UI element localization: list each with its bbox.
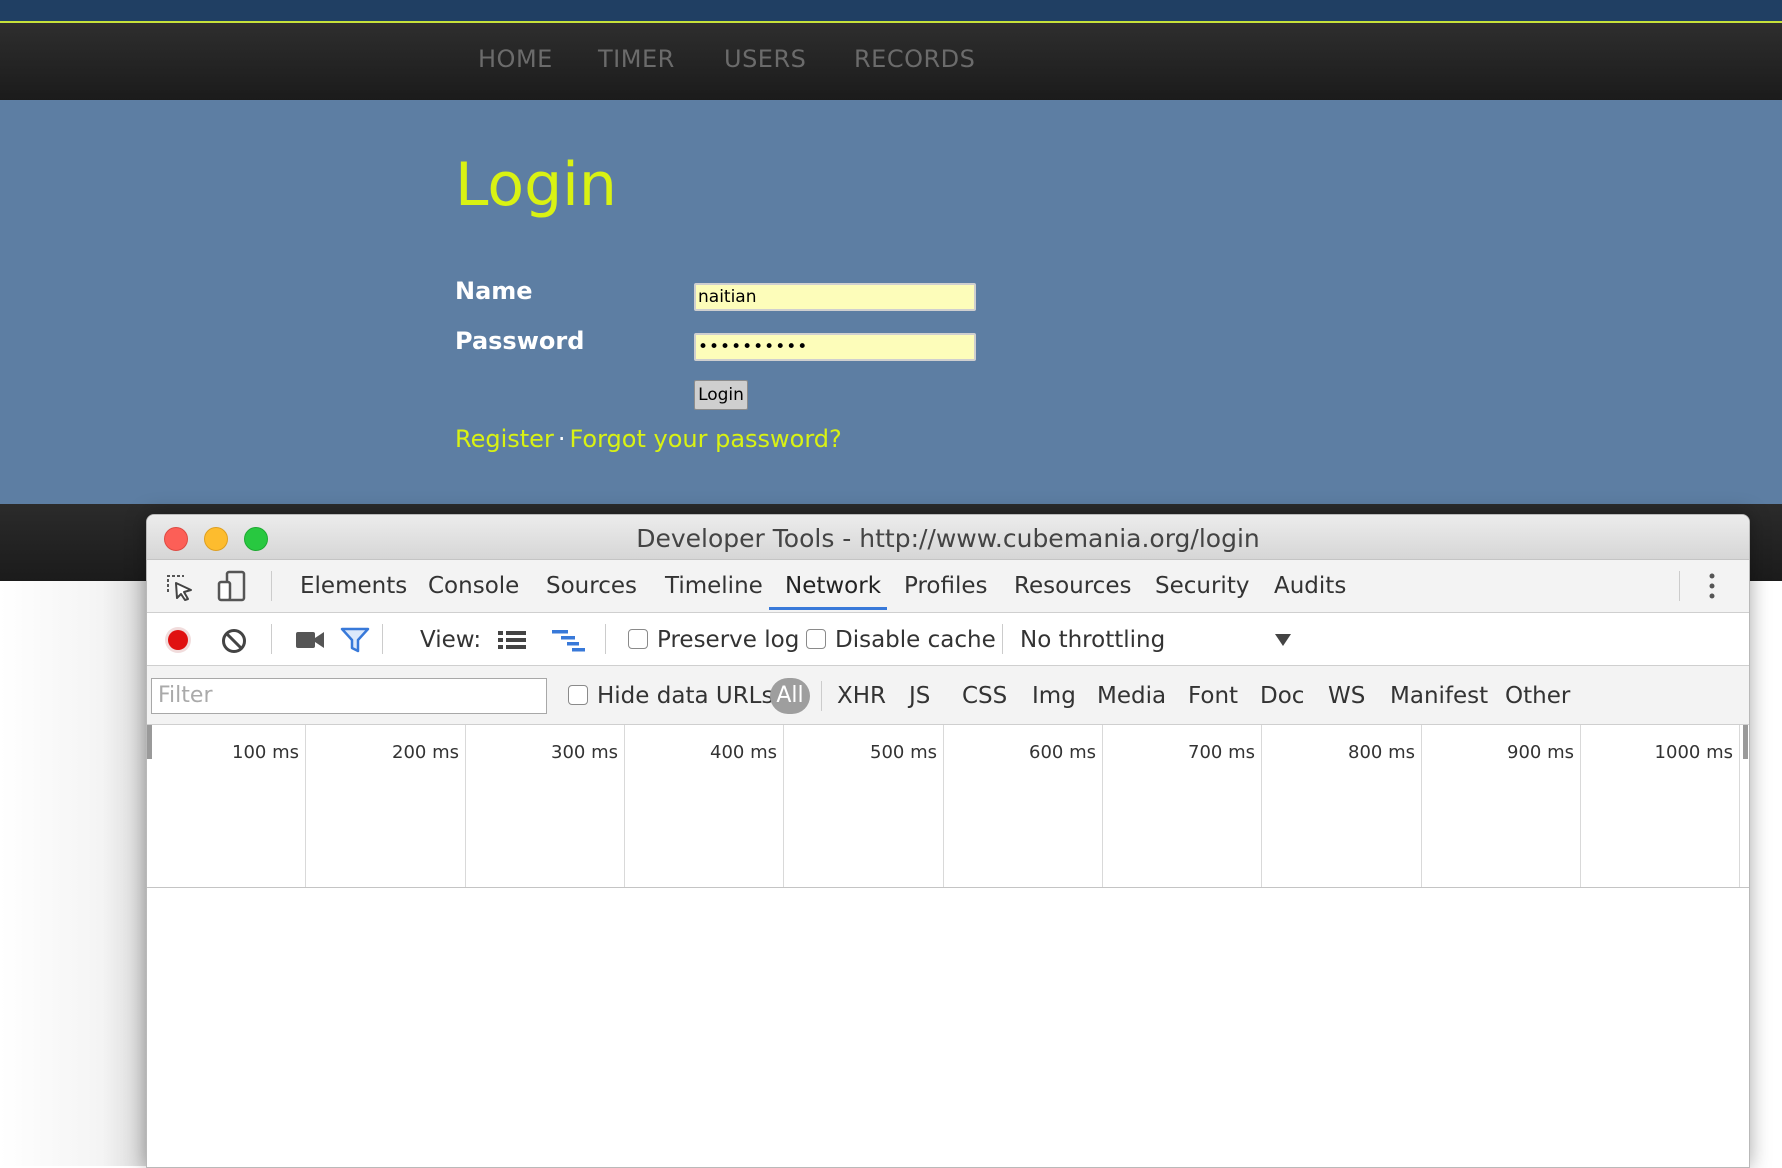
tick-label: 700 ms — [1188, 742, 1255, 763]
top-strip — [0, 0, 1782, 23]
auth-links: Register · Forgot your password? — [455, 425, 842, 453]
forgot-password-link[interactable]: Forgot your password? — [569, 425, 841, 453]
tick-label: 100 ms — [232, 742, 299, 763]
devtools-tabbar: Elements Console Sources Timeline Networ… — [147, 560, 1749, 613]
nav-timer[interactable]: TIMER — [598, 45, 675, 73]
tick-label: 900 ms — [1507, 742, 1574, 763]
filter-type-doc[interactable]: Doc — [1260, 683, 1304, 709]
timeline-tick: 1000 ms — [1581, 725, 1740, 887]
disable-cache-label: Disable cache — [835, 627, 996, 653]
tick-label: 600 ms — [1029, 742, 1096, 763]
toolbar-divider — [271, 624, 272, 654]
timeline-tick: 300 ms — [466, 725, 625, 887]
filter-type-img[interactable]: Img — [1032, 683, 1076, 709]
timeline-tick: 900 ms — [1422, 725, 1581, 887]
preserve-log-label: Preserve log — [657, 627, 800, 653]
tick-label: 200 ms — [392, 742, 459, 763]
timeline-tick: 800 ms — [1262, 725, 1422, 887]
active-tab-indicator — [769, 607, 887, 610]
timeline-tick: 100 ms — [147, 725, 306, 887]
devtools-titlebar[interactable]: Developer Tools - http://www.cubemania.o… — [147, 515, 1749, 560]
tab-elements[interactable]: Elements — [300, 573, 407, 599]
throttling-select[interactable]: No throttling — [1020, 627, 1165, 653]
name-label: Name — [455, 277, 533, 305]
tab-profiles[interactable]: Profiles — [904, 573, 988, 599]
tick-label: 300 ms — [551, 742, 618, 763]
timeline-tick: 400 ms — [625, 725, 784, 887]
waterfall-view-icon[interactable] — [552, 629, 586, 653]
device-mode-icon[interactable] — [217, 570, 247, 604]
record-icon[interactable] — [164, 626, 192, 654]
register-link[interactable]: Register — [455, 425, 554, 453]
timeline-tick: 200 ms — [306, 725, 466, 887]
disable-cache-checkbox[interactable] — [806, 629, 826, 649]
name-input[interactable] — [694, 283, 976, 311]
toolbar-divider — [382, 624, 383, 654]
filter-type-js[interactable]: JS — [909, 683, 930, 709]
filter-divider — [821, 681, 822, 711]
password-label: Password — [455, 327, 585, 355]
tab-security[interactable]: Security — [1155, 573, 1249, 599]
nav-records[interactable]: RECORDS — [854, 45, 975, 73]
devtools-window: Developer Tools - http://www.cubemania.o… — [146, 514, 1750, 1168]
link-separator: · — [557, 425, 566, 453]
network-request-list[interactable] — [147, 888, 1749, 1167]
overview-right-handle[interactable] — [1743, 725, 1748, 759]
tab-console[interactable]: Console — [428, 573, 519, 599]
filter-type-media[interactable]: Media — [1097, 683, 1166, 709]
filter-input[interactable]: Filter — [151, 678, 547, 714]
network-toolbar: View: Preserve log Disable cache No thro… — [147, 613, 1749, 666]
tick-label: 400 ms — [710, 742, 777, 763]
toolbar-divider — [605, 624, 606, 654]
page-background — [0, 581, 146, 1166]
list-view-icon[interactable] — [498, 630, 526, 650]
clear-icon[interactable] — [221, 628, 247, 654]
tabbar-divider — [271, 571, 272, 601]
preserve-log-checkbox[interactable] — [628, 629, 648, 649]
filter-type-all[interactable]: All — [770, 678, 810, 714]
site-navbar: HOME TIMER USERS RECORDS — [0, 23, 1782, 100]
inspect-element-icon[interactable] — [164, 572, 194, 602]
more-options-icon[interactable] — [1708, 572, 1716, 600]
filter-type-ws[interactable]: WS — [1328, 683, 1365, 709]
tab-audits[interactable]: Audits — [1274, 573, 1346, 599]
filter-bar: Filter Hide data URLs All XHR JS CSS Img… — [147, 666, 1749, 725]
filter-type-xhr[interactable]: XHR — [837, 683, 886, 709]
timeline-tick: 600 ms — [944, 725, 1103, 887]
filter-type-css[interactable]: CSS — [962, 683, 1007, 709]
password-input[interactable]: •••••••••• — [694, 333, 976, 361]
nav-home[interactable]: HOME — [478, 45, 553, 73]
page-title: Login — [455, 150, 617, 220]
tab-resources[interactable]: Resources — [1014, 573, 1131, 599]
tick-label: 500 ms — [870, 742, 937, 763]
camera-icon[interactable] — [295, 630, 325, 650]
tick-label: 800 ms — [1348, 742, 1415, 763]
view-label: View: — [420, 627, 482, 653]
timeline-tick: 500 ms — [784, 725, 944, 887]
network-overview[interactable]: 100 ms 200 ms 300 ms 400 ms 500 ms 600 m… — [147, 725, 1749, 888]
chevron-down-icon[interactable] — [1274, 633, 1292, 647]
tab-timeline[interactable]: Timeline — [665, 573, 763, 599]
filter-type-manifest[interactable]: Manifest — [1390, 683, 1488, 709]
devtools-title: Developer Tools - http://www.cubemania.o… — [636, 524, 1260, 553]
login-section: Login Name Password •••••••••• Login Reg… — [0, 100, 1782, 504]
hide-data-urls-checkbox[interactable] — [568, 685, 588, 705]
filter-type-other[interactable]: Other — [1505, 683, 1570, 709]
tabbar-divider-right — [1679, 571, 1680, 601]
tab-sources[interactable]: Sources — [546, 573, 637, 599]
funnel-icon[interactable] — [340, 626, 370, 654]
timeline-tick: 700 ms — [1103, 725, 1262, 887]
tab-network[interactable]: Network — [785, 573, 881, 599]
tick-label: 1000 ms — [1654, 742, 1733, 763]
login-button[interactable]: Login — [694, 380, 748, 410]
filter-type-font[interactable]: Font — [1188, 683, 1238, 709]
nav-users[interactable]: USERS — [724, 45, 806, 73]
hide-data-urls-label: Hide data URLs — [597, 683, 774, 709]
toolbar-divider — [1002, 624, 1003, 654]
